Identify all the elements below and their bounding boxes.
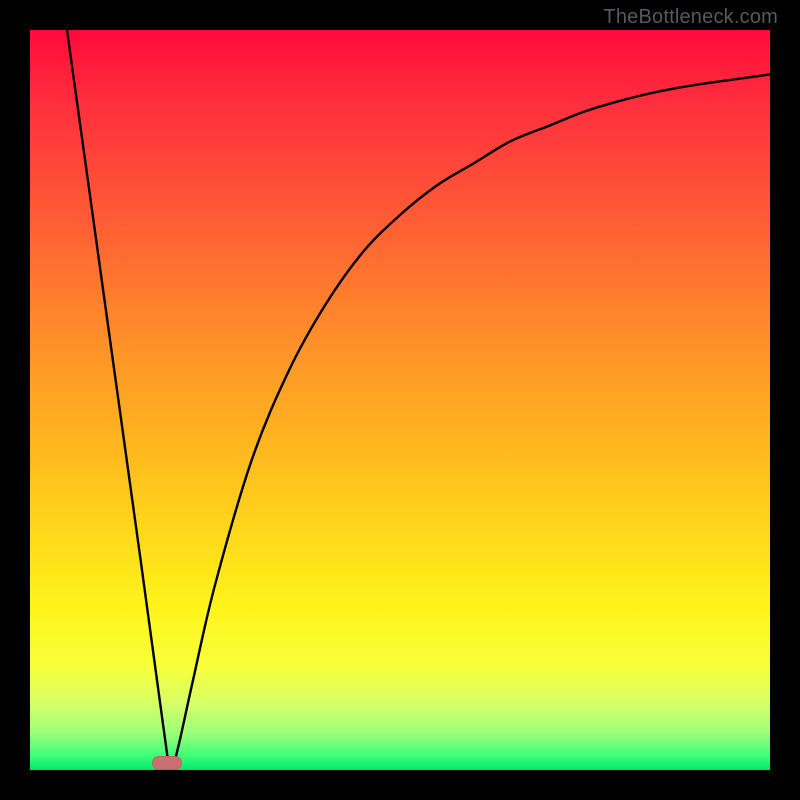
plot-area: [30, 30, 770, 770]
curve-layer: [30, 30, 770, 770]
chart-frame: TheBottleneck.com: [0, 0, 800, 800]
minimum-marker: [152, 756, 182, 770]
bottleneck-curve: [67, 30, 770, 770]
watermark-text: TheBottleneck.com: [603, 6, 778, 29]
